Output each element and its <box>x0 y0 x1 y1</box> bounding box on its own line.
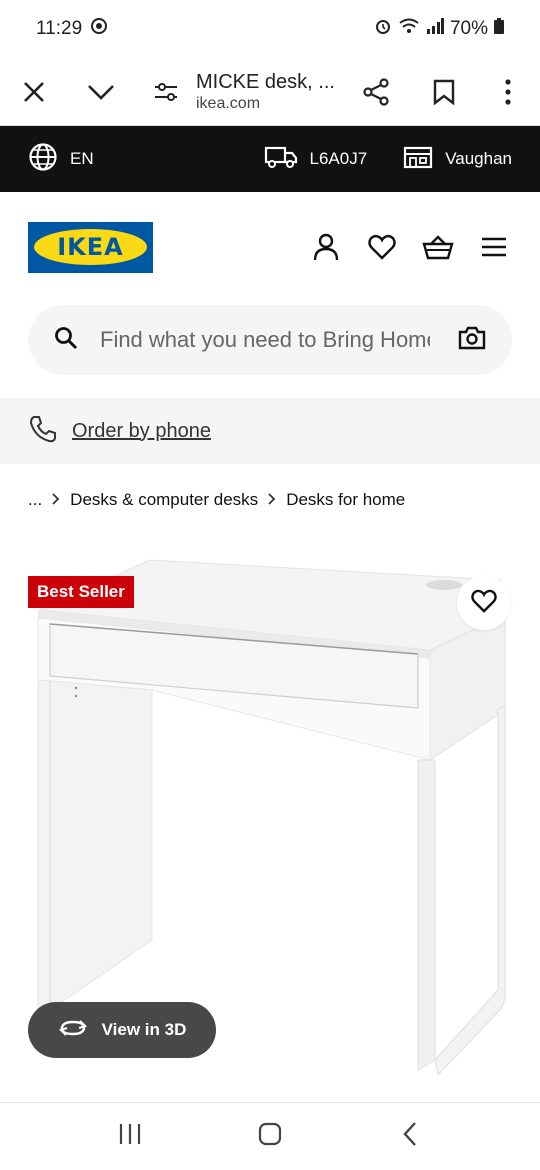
postal-code-label: L6A0J7 <box>309 149 368 168</box>
status-time: 11:29 <box>36 18 83 39</box>
breadcrumb-item[interactable]: Desks & computer desks <box>70 490 258 510</box>
chevron-down-icon[interactable] <box>79 70 123 114</box>
browser-page-title: MICKE desk, ... <box>196 70 335 93</box>
android-nav-bar <box>0 1102 540 1170</box>
breadcrumb: ... Desks & computer desks Desks for hom… <box>28 480 405 520</box>
breadcrumb-ellipsis[interactable]: ... <box>28 490 42 510</box>
order-by-phone-bar: Order by phone <box>0 398 540 464</box>
store-selector[interactable]: Vaughan <box>403 145 512 174</box>
search-icon <box>54 326 78 355</box>
sync-icon <box>90 17 108 41</box>
share-icon[interactable] <box>354 70 398 114</box>
search-bar <box>28 305 512 375</box>
globe-icon <box>28 142 58 177</box>
camera-icon[interactable] <box>458 326 486 355</box>
home-icon <box>258 1122 282 1151</box>
wifi-icon <box>398 17 420 41</box>
signal-icon <box>426 18 444 40</box>
best-seller-badge: Best Seller <box>28 576 134 608</box>
heart-icon[interactable] <box>364 229 400 265</box>
breadcrumb-item[interactable]: Desks for home <box>286 490 405 510</box>
store-label: Vaughan <box>445 149 512 168</box>
browser-url: ikea.com <box>196 94 261 112</box>
language-selector[interactable]: EN <box>28 142 94 177</box>
rotate-3d-icon <box>58 1018 88 1043</box>
status-bar: 11:29 70% <box>0 0 540 58</box>
home-button[interactable] <box>240 1112 300 1162</box>
page-title-area[interactable]: MICKE desk, ... ikea.com <box>196 70 354 113</box>
ikea-logo[interactable]: IKEA <box>28 221 153 273</box>
view-in-3d-button[interactable]: View in 3D <box>28 1002 216 1058</box>
language-label: EN <box>70 149 94 168</box>
add-to-favourites-button[interactable] <box>457 576 511 630</box>
heart-icon <box>471 589 497 618</box>
chevron-right-icon <box>52 492 60 508</box>
product-image-area: Best Seller View in 3D <box>0 540 540 1100</box>
chevron-right-icon <box>268 492 276 508</box>
browser-toolbar: MICKE desk, ... ikea.com <box>0 58 540 126</box>
logo-text: IKEA <box>57 233 124 261</box>
back-icon <box>402 1121 418 1152</box>
recent-apps-icon <box>118 1123 142 1150</box>
postal-code-selector[interactable]: L6A0J7 <box>264 145 368 174</box>
logo-oval: IKEA <box>34 229 147 265</box>
more-options-icon[interactable] <box>486 70 530 114</box>
battery-icon <box>494 18 504 40</box>
order-by-phone-link[interactable]: Order by phone <box>72 420 211 443</box>
menu-icon[interactable] <box>476 229 512 265</box>
view-in-3d-label: View in 3D <box>101 1020 187 1039</box>
cart-icon[interactable] <box>420 229 456 265</box>
battery-level: 70% <box>449 18 488 39</box>
preferences-bar: EN L6A0J7 Vaughan <box>0 126 540 192</box>
close-icon[interactable] <box>12 70 56 114</box>
site-header: IKEA <box>0 192 540 302</box>
store-icon <box>403 145 433 174</box>
search-input[interactable] <box>100 327 430 353</box>
phone-icon <box>28 414 58 449</box>
site-settings-icon[interactable] <box>144 70 188 114</box>
alarm-icon <box>374 17 392 41</box>
back-button[interactable] <box>380 1112 440 1162</box>
recent-apps-button[interactable] <box>100 1112 160 1162</box>
account-icon[interactable] <box>308 229 344 265</box>
bookmark-icon[interactable] <box>422 70 466 114</box>
truck-icon <box>264 145 298 174</box>
